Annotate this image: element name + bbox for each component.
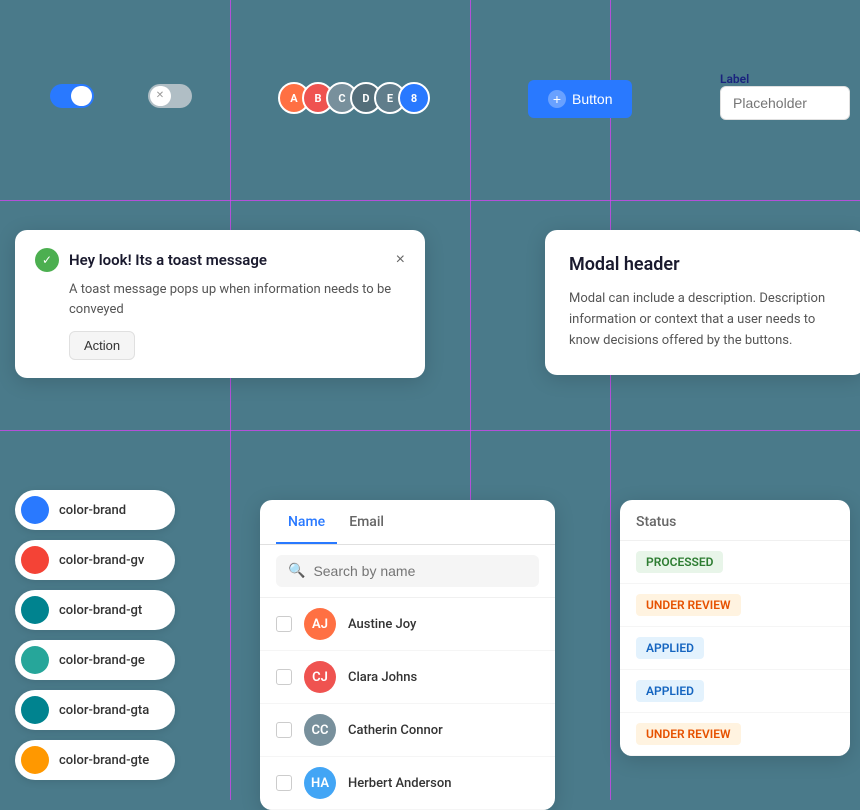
status-badge-under-review-2: UNDER REVIEW: [636, 723, 741, 745]
avatar-austine: AJ: [304, 608, 336, 640]
toggle-off[interactable]: ✕: [148, 84, 192, 108]
color-swatch-brand-gt: color-brand-gt: [15, 590, 175, 630]
tab-name[interactable]: Name: [276, 500, 337, 544]
input-label: Label: [720, 72, 850, 86]
swatch-circle-brand-gte: [21, 746, 49, 774]
status-header: Status: [620, 500, 850, 541]
status-item-5: UNDER REVIEW: [620, 713, 850, 756]
text-input[interactable]: [720, 86, 850, 120]
plus-icon: +: [548, 90, 566, 108]
swatch-circle-brand: [21, 496, 49, 524]
swatch-circle-brand-gta: [21, 696, 49, 724]
status-badge-applied-2: APPLIED: [636, 680, 704, 702]
color-swatch-list: color-brand color-brand-gv color-brand-g…: [15, 490, 175, 780]
status-item-4: APPLIED: [620, 670, 850, 713]
checkbox-1[interactable]: [276, 616, 292, 632]
swatch-label-brand-gv: color-brand-gv: [59, 553, 144, 568]
grid-line-vertical-1: [230, 0, 231, 800]
search-input[interactable]: [313, 563, 527, 579]
color-swatch-brand: color-brand: [15, 490, 175, 530]
user-list-card: Name Email 🔍 AJ Austine Joy CJ Clara Joh…: [260, 500, 555, 810]
grid-line-horizontal-1: [0, 200, 860, 201]
status-badge-under-review-1: UNDER REVIEW: [636, 594, 741, 616]
modal-body: Modal can include a description. Descrip…: [569, 289, 841, 351]
checkbox-4[interactable]: [276, 775, 292, 791]
swatch-label-brand-gte: color-brand-gte: [59, 753, 149, 768]
swatch-label-brand-gta: color-brand-gta: [59, 703, 149, 718]
toggle-on[interactable]: ✓: [50, 84, 94, 108]
swatch-label-brand-ge: color-brand-ge: [59, 653, 145, 668]
status-item-1: PROCESSED: [620, 541, 850, 584]
avatar-count: 8: [398, 82, 430, 114]
status-badge-processed: PROCESSED: [636, 551, 723, 573]
avatar-herbert: HA: [304, 767, 336, 799]
modal-title: Modal header: [569, 254, 841, 275]
user-name-2: Clara Johns: [348, 670, 417, 685]
input-wrapper: Label: [720, 72, 850, 120]
status-item-3: APPLIED: [620, 627, 850, 670]
avatar-group: A B C D E 8: [278, 82, 430, 114]
tab-email[interactable]: Email: [337, 500, 396, 544]
list-item: HA Herbert Anderson: [260, 757, 555, 810]
modal-card: Modal header Modal can include a descrip…: [545, 230, 860, 375]
toast-notification: ✓ Hey look! Its a toast message × A toas…: [15, 230, 425, 378]
user-name-3: Catherin Connor: [348, 723, 443, 738]
toast-close-button[interactable]: ×: [396, 251, 405, 269]
toast-header: ✓ Hey look! Its a toast message ×: [35, 248, 405, 272]
toast-title: Hey look! Its a toast message: [69, 251, 386, 269]
toast-success-icon: ✓: [35, 248, 59, 272]
search-icon: 🔍: [288, 563, 305, 579]
swatch-label-brand-gt: color-brand-gt: [59, 603, 142, 618]
swatch-circle-brand-gv: [21, 546, 49, 574]
status-card: Status PROCESSED UNDER REVIEW APPLIED AP…: [620, 500, 850, 756]
primary-button[interactable]: + Button: [528, 80, 632, 118]
grid-line-vertical-3: [610, 0, 611, 800]
checkbox-3[interactable]: [276, 722, 292, 738]
list-tabs: Name Email: [260, 500, 555, 545]
list-item: CJ Clara Johns: [260, 651, 555, 704]
grid-line-horizontal-2: [0, 430, 860, 431]
color-swatch-brand-gta: color-brand-gta: [15, 690, 175, 730]
status-item-2: UNDER REVIEW: [620, 584, 850, 627]
swatch-circle-brand-ge: [21, 646, 49, 674]
status-badge-applied-1: APPLIED: [636, 637, 704, 659]
search-input-container: 🔍: [276, 555, 539, 587]
list-item: AJ Austine Joy: [260, 598, 555, 651]
toast-action-button[interactable]: Action: [69, 331, 135, 360]
swatch-circle-brand-gt: [21, 596, 49, 624]
list-item: CC Catherin Connor: [260, 704, 555, 757]
color-swatch-brand-gv: color-brand-gv: [15, 540, 175, 580]
avatar-catherin: CC: [304, 714, 336, 746]
color-swatch-brand-gte: color-brand-gte: [15, 740, 175, 780]
swatch-label-brand: color-brand: [59, 503, 126, 518]
checkbox-2[interactable]: [276, 669, 292, 685]
toast-body: A toast message pops up when information…: [69, 280, 405, 319]
avatar-clara: CJ: [304, 661, 336, 693]
user-name-1: Austine Joy: [348, 617, 416, 632]
search-wrapper: 🔍: [260, 545, 555, 598]
user-name-4: Herbert Anderson: [348, 776, 451, 791]
color-swatch-brand-ge: color-brand-ge: [15, 640, 175, 680]
